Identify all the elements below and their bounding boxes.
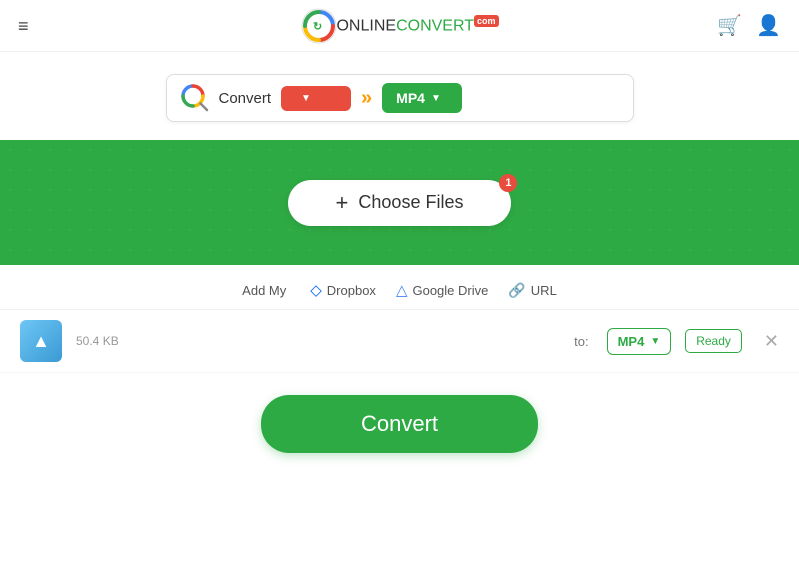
google-drive-source[interactable]: △ Google Drive: [396, 281, 488, 299]
arrow-icon: »: [361, 88, 372, 108]
url-label: URL: [531, 283, 557, 298]
search-icon: [181, 84, 209, 112]
dropbox-label: Dropbox: [327, 283, 376, 298]
logo-online: ONLINE: [336, 17, 396, 34]
search-bar-wrapper: Convert ▼ » MP4 ▼: [0, 52, 799, 140]
file-format-dropdown[interactable]: MP4 ▼: [607, 328, 672, 355]
hamburger-menu-icon[interactable]: ≡: [18, 17, 29, 35]
convert-label: Convert: [219, 90, 272, 107]
search-bar: Convert ▼ » MP4 ▼: [166, 74, 634, 122]
choose-files-button[interactable]: + Choose Files 1: [288, 180, 512, 226]
green-banner: + Choose Files 1: [0, 140, 799, 265]
header: ≡ ↻ ONLINECONVERTcom 🛒 👤: [0, 0, 799, 52]
url-source[interactable]: 🔗 URL: [508, 282, 556, 299]
choose-files-label: Choose Files: [358, 192, 463, 213]
ready-status-badge: Ready: [685, 329, 742, 353]
chevron-down-icon: ▼: [301, 93, 311, 104]
add-my-text: Add My: [242, 283, 286, 298]
logo-text: ONLINECONVERTcom: [336, 16, 498, 35]
file-source-row: Add My ◇ Dropbox △ Google Drive 🔗 URL: [0, 265, 799, 310]
logo-convert: CONVERT: [396, 17, 474, 34]
search-icon-wrap: [181, 84, 209, 112]
gdrive-icon: △: [396, 281, 408, 299]
plus-icon: +: [336, 192, 349, 214]
file-to-label: to:: [574, 334, 588, 349]
logo-icon: ↻: [300, 8, 336, 44]
chevron-down-green-icon: ▼: [431, 93, 441, 104]
format-to-dropdown[interactable]: MP4 ▼: [382, 83, 462, 113]
logo-com: com: [474, 15, 499, 27]
header-right: 🛒 👤: [717, 13, 781, 38]
file-row: ▲ 50.4 KB to: MP4 ▼ Ready ✕: [0, 310, 799, 373]
dropbox-icon: ◇: [310, 281, 322, 299]
user-icon[interactable]: 👤: [756, 13, 781, 38]
file-type-icon: ▲: [32, 331, 50, 352]
svg-text:↻: ↻: [312, 21, 321, 33]
file-format-chevron-icon: ▼: [650, 336, 660, 347]
format-from-dropdown[interactable]: ▼: [281, 86, 351, 111]
url-icon: 🔗: [508, 282, 525, 299]
header-left: ≡: [18, 17, 29, 35]
convert-button[interactable]: Convert: [261, 395, 538, 453]
convert-section: Convert: [0, 373, 799, 475]
file-thumbnail: ▲: [20, 320, 62, 362]
cart-icon[interactable]: 🛒: [717, 13, 742, 38]
gdrive-label: Google Drive: [412, 283, 488, 298]
close-file-button[interactable]: ✕: [764, 331, 779, 352]
file-format-value: MP4: [618, 334, 645, 349]
dropbox-source[interactable]: ◇ Dropbox: [310, 281, 376, 299]
logo[interactable]: ↻ ONLINECONVERTcom: [300, 8, 498, 44]
format-to-value: MP4: [396, 90, 425, 106]
file-size: 50.4 KB: [76, 334, 560, 348]
files-badge: 1: [499, 174, 517, 192]
